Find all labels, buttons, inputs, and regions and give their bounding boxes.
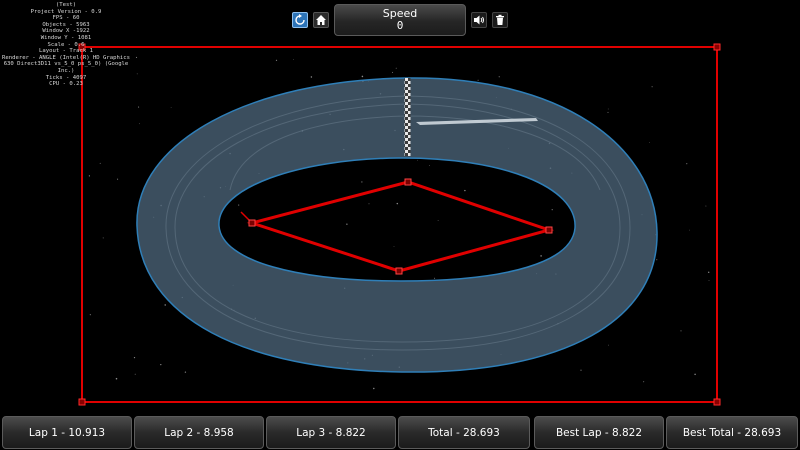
star <box>707 271 710 274</box>
star <box>368 203 370 205</box>
star <box>117 178 119 180</box>
star <box>540 255 542 257</box>
star <box>133 357 136 359</box>
star <box>361 75 364 78</box>
debug-line: Renderer - ANGLE (Intel(R) HD Graphics 6… <box>2 54 134 74</box>
star <box>608 344 609 346</box>
star <box>551 209 553 211</box>
star <box>160 363 162 366</box>
sound-button[interactable] <box>471 12 487 28</box>
star <box>656 259 658 261</box>
star <box>395 67 397 69</box>
star <box>136 73 138 75</box>
star <box>477 79 479 81</box>
restart-icon <box>295 14 305 25</box>
total-time: Total - 28.693 <box>398 416 530 449</box>
star <box>392 71 394 73</box>
debug-line: CPU - 0.23 <box>49 81 83 88</box>
debug-line: Objects - 5963 <box>42 21 90 28</box>
star <box>138 123 140 125</box>
star <box>686 163 688 165</box>
star <box>694 373 696 376</box>
star <box>310 76 313 78</box>
star <box>373 387 375 390</box>
star <box>680 330 682 332</box>
lap-times-bar: Lap 1 - 10.913 Lap 2 - 8.958 Lap 3 - 8.8… <box>0 416 800 450</box>
star <box>102 237 104 239</box>
start-finish-line <box>404 78 411 156</box>
star <box>437 220 439 221</box>
star <box>417 159 418 161</box>
star <box>361 181 363 183</box>
star <box>434 277 436 279</box>
reset-button[interactable] <box>492 12 508 28</box>
star <box>170 107 172 108</box>
star <box>464 189 466 192</box>
star <box>99 162 101 164</box>
star <box>164 304 166 306</box>
debug-line: (Test) <box>55 2 77 8</box>
star <box>705 205 707 207</box>
star <box>580 369 582 371</box>
star <box>607 108 609 110</box>
star <box>498 76 500 78</box>
star <box>649 142 650 143</box>
restart-button[interactable] <box>292 12 308 28</box>
star <box>238 204 240 206</box>
star <box>393 245 395 247</box>
star <box>708 280 710 281</box>
star <box>275 59 278 61</box>
star <box>346 223 348 225</box>
lap-2-time: Lap 2 - 8.958 <box>134 416 264 449</box>
best-total-time: Best Total - 28.693 <box>666 416 798 449</box>
best-lap-time: Best Lap - 8.822 <box>534 416 664 449</box>
home-icon <box>316 15 326 25</box>
ai-path <box>246 180 555 273</box>
race-track <box>136 77 658 373</box>
lap-3-time: Lap 3 - 8.822 <box>266 416 396 449</box>
trash-icon <box>496 14 504 25</box>
home-button[interactable] <box>313 12 329 28</box>
star <box>138 106 140 108</box>
star <box>134 373 136 375</box>
debug-line: Project Version - 0.9 <box>30 8 102 15</box>
star <box>89 314 91 316</box>
star <box>651 86 653 88</box>
star <box>115 377 118 380</box>
star <box>689 229 690 231</box>
speaker-icon <box>474 15 484 25</box>
debug-overlay: (Test) Project Version - 0.9 FPS - 60 Objec… <box>2 2 130 88</box>
debug-line: Layout - Track 1 <box>39 48 93 55</box>
star <box>88 175 90 177</box>
star <box>429 165 430 166</box>
star <box>396 202 399 205</box>
star <box>643 381 645 383</box>
speed-panel: Speed 0 <box>334 4 466 36</box>
star <box>135 56 138 58</box>
lap-1-time: Lap 1 - 10.913 <box>2 416 132 449</box>
star <box>292 59 294 60</box>
star <box>607 111 609 113</box>
debug-line: Window X -1922 <box>42 28 90 35</box>
ai-path-nodes[interactable] <box>248 178 553 275</box>
speed-value: 0 <box>396 19 404 32</box>
debug-line: Ticks - 4097 <box>45 74 87 81</box>
debug-line: FPS - 60 <box>52 15 80 22</box>
star <box>184 371 187 373</box>
debug-line: Scale - 0.6 <box>47 41 85 48</box>
debug-line: Window Y - 1081 <box>40 34 92 41</box>
